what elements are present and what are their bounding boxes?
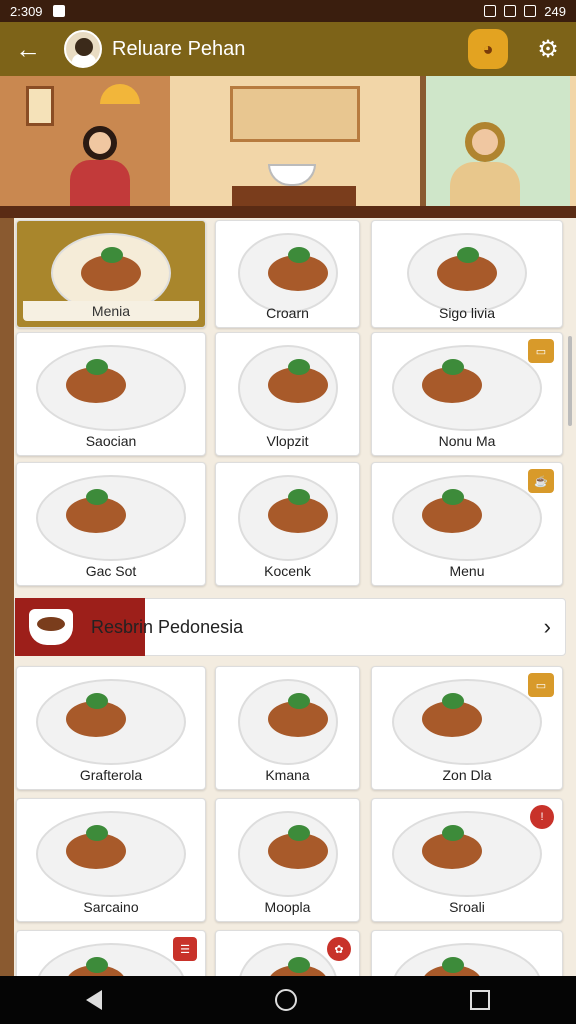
- menu-card-label: Sarcaino: [83, 899, 139, 915]
- menu-card[interactable]: Croarn: [215, 220, 360, 328]
- promo-badge: ☰: [173, 937, 197, 961]
- notification-icon: [52, 5, 65, 17]
- status-icons: 249: [484, 4, 566, 19]
- menu-card[interactable]: Vlopzit: [215, 332, 360, 456]
- menu-card[interactable]: Sarcaino: [16, 798, 206, 922]
- menu-card[interactable]: Kocenk: [215, 462, 360, 586]
- menu-card[interactable]: Gac Sot: [16, 462, 206, 586]
- bowl-illustration: [268, 164, 316, 186]
- scrollbar[interactable]: [568, 336, 572, 426]
- arrow-back-icon[interactable]: ←: [12, 33, 44, 65]
- counter-illustration: [232, 186, 356, 206]
- restaurant-name: Resbrin Pedonesia: [91, 616, 244, 637]
- back-nav-icon[interactable]: [86, 990, 103, 1010]
- menu-card-label: Menia: [23, 301, 199, 321]
- food-image: [237, 345, 338, 431]
- menu-card-label: Vlopzit: [266, 433, 309, 449]
- food-image: [237, 943, 338, 976]
- menu-card[interactable]: Moopla: [215, 798, 360, 922]
- food-image: [36, 475, 186, 561]
- promo-badge: ✿: [327, 937, 351, 961]
- menu-card-label: Kmana: [265, 767, 310, 783]
- banner-window: [26, 86, 54, 126]
- food-image: [36, 345, 186, 431]
- menu-card-label: Kocenk: [264, 563, 311, 579]
- chevron-right-icon[interactable]: ›: [544, 614, 551, 640]
- basket-icon[interactable]: ◕: [468, 29, 508, 69]
- app-bar: ← Reluare Pehan ◕ ⚙: [0, 22, 576, 76]
- menu-grid: Menia Croarn Sigo livia Saocian Vlopzit …: [0, 218, 576, 976]
- food-image: [392, 345, 542, 431]
- woman-illustration-left: [70, 126, 130, 206]
- food-image: [392, 679, 542, 765]
- promo-badge: ▭: [528, 339, 554, 363]
- menu-card[interactable]: ▭ Zon Dla: [371, 666, 563, 790]
- food-image: [392, 943, 542, 976]
- woman-illustration-right: [450, 122, 520, 208]
- menu-card[interactable]: ☰: [16, 930, 206, 976]
- promo-badge: ☕: [528, 469, 554, 493]
- status-time-right: 249: [544, 3, 566, 19]
- menu-card[interactable]: ! Sroali: [371, 798, 563, 922]
- menu-card[interactable]: Menia: [16, 220, 206, 328]
- avatar[interactable]: [64, 30, 102, 68]
- menu-card[interactable]: Kmana: [215, 666, 360, 790]
- food-image: [237, 679, 338, 765]
- alert-badge: !: [530, 805, 554, 829]
- menu-card-label: Menu: [449, 563, 485, 579]
- settings-icon[interactable]: ⚙: [532, 33, 564, 65]
- menu-card-label: Grafterola: [79, 767, 143, 783]
- menu-card[interactable]: ▭ Nonu Ma: [371, 332, 563, 456]
- menu-card-label: Croarn: [266, 305, 309, 321]
- status-time: 2:309: [10, 3, 43, 19]
- food-image: [36, 811, 186, 897]
- page-title: Reluare Pehan: [112, 37, 246, 60]
- battery-icon: [524, 5, 537, 17]
- food-image: [36, 679, 186, 765]
- food-image: [237, 475, 338, 561]
- food-image: [237, 233, 338, 313]
- menu-card-label: Sroali: [449, 899, 485, 915]
- system-nav-bar: [0, 976, 576, 1024]
- food-image: [392, 811, 542, 897]
- menu-card[interactable]: ✿: [215, 930, 360, 976]
- menu-card-label: Sigo livia: [438, 305, 496, 321]
- menu-card[interactable]: Grafterola: [16, 666, 206, 790]
- menu-card[interactable]: [371, 930, 563, 976]
- menu-card[interactable]: Saocian: [16, 332, 206, 456]
- signal-icon: [504, 5, 517, 17]
- menu-card-label: Moopla: [264, 899, 311, 915]
- banner-floor: [0, 206, 576, 218]
- menu-card[interactable]: ☕ Menu: [371, 462, 563, 586]
- promo-badge: ▭: [528, 673, 554, 697]
- menu-card-label: Saocian: [85, 433, 137, 449]
- menu-card-label: Nonu Ma: [438, 433, 496, 449]
- food-image: [36, 943, 186, 976]
- menu-card-label: Zon Dla: [442, 767, 492, 783]
- side-strip: [0, 218, 14, 976]
- recent-apps-icon[interactable]: [469, 990, 490, 1010]
- restaurant-row[interactable]: Resbrin Pedonesia ›: [14, 598, 566, 656]
- food-image: [407, 233, 527, 313]
- wifi-icon: [484, 5, 497, 17]
- home-nav-icon[interactable]: [274, 989, 297, 1011]
- restaurant-banner: [0, 76, 576, 218]
- food-image: [237, 811, 338, 897]
- menu-card[interactable]: Sigo livia: [371, 220, 563, 328]
- menu-card-label: Gac Sot: [85, 563, 137, 579]
- food-image: [392, 475, 542, 561]
- status-bar: 2:309 249: [0, 0, 576, 22]
- shelf-illustration: [230, 86, 360, 142]
